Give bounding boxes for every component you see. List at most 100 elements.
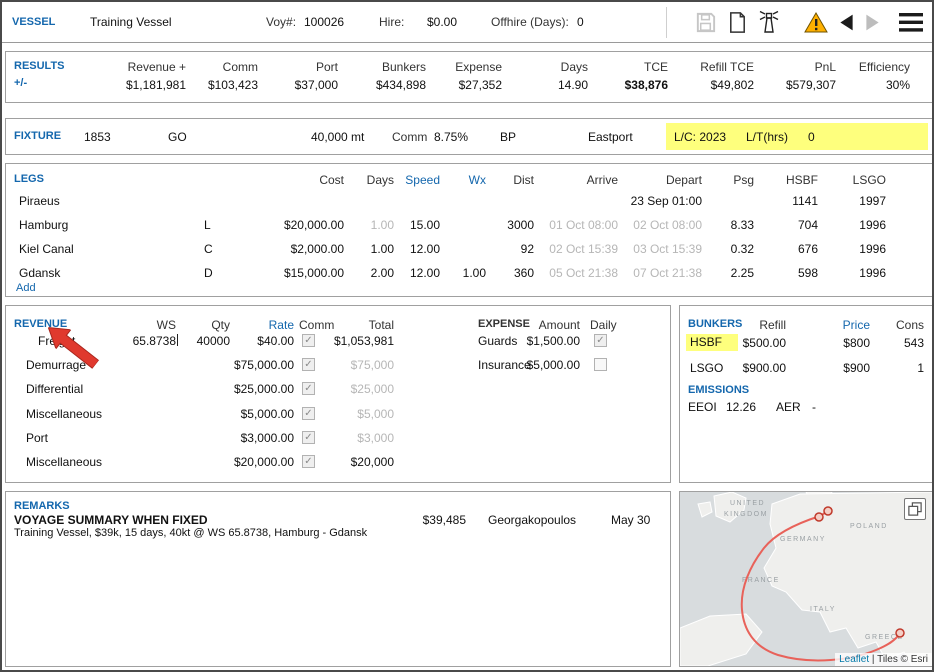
legs-header-speed[interactable]: Speed [400,173,440,187]
remarks-body[interactable]: Training Vessel, $39k, 15 days, 40kt @ W… [14,527,367,539]
map-expand-button[interactable] [904,498,926,520]
divider [666,7,667,38]
leg-port[interactable]: Gdansk [19,266,60,280]
leg-type[interactable]: C [204,242,213,256]
forward-icon[interactable] [862,12,883,36]
leg-days-input[interactable]: 2.00 [352,266,394,280]
leg-type[interactable]: L [204,218,211,232]
rate-input[interactable]: $20,000.00 [218,455,294,469]
leg-dist[interactable]: 92 [492,242,534,256]
results-panel: RESULTS +/- Revenue + $1,181,981 Comm $1… [5,51,933,103]
leg-wx-input[interactable]: 1.00 [446,266,486,280]
legs-header-wx[interactable]: Wx [446,173,486,187]
comm-checkbox[interactable]: ✓ [302,382,315,395]
cons-value: 543 [876,336,924,350]
leaflet-link[interactable]: Leaflet [839,654,869,665]
leg-port[interactable]: Kiel Canal [19,242,74,256]
results-plusminus[interactable]: +/- [14,77,27,89]
leg-dist[interactable]: 3000 [492,218,534,232]
price-input[interactable]: $900 [810,361,870,375]
offhire-value[interactable]: 0 [577,15,584,29]
port-marker[interactable] [896,629,904,637]
port-marker[interactable] [824,507,832,515]
copy-icon[interactable] [726,11,749,37]
fixture-quantity[interactable]: 40,000 mt [311,130,364,144]
leg-depart: 03 Oct 15:39 [624,242,702,256]
vessel-label: VESSEL [12,16,55,28]
comm-checkbox[interactable]: ✓ [302,407,315,420]
map-panel[interactable]: UNITED KINGDOM POLAND GERMANY FRANCE ITA… [679,491,933,667]
refill-input[interactable]: $900.00 [720,361,786,375]
comm-checkbox[interactable]: ✓ [302,358,315,371]
price-input[interactable]: $800 [810,336,870,350]
leg-days-input[interactable]: 1.00 [352,242,394,256]
legs-panel: LEGS Cost Days Speed Wx Dist Arrive Depa… [5,163,933,297]
leg-type[interactable]: D [204,266,213,280]
lighthouse-icon[interactable] [756,9,782,38]
fixture-port[interactable]: Eastport [588,130,633,144]
expense-header-daily: Daily [590,318,617,332]
map-label: KINGDOM [724,511,768,518]
voyage-number-label: Voy#: [266,15,296,29]
menu-icon[interactable] [898,12,924,36]
back-icon[interactable] [836,12,857,36]
revenue-header-ws: WS [118,318,176,332]
cons-value: 1 [876,361,924,375]
warning-icon[interactable] [804,11,828,38]
revenue-total: $25,000 [320,382,394,396]
revenue-header-rate[interactable]: Rate [218,318,294,332]
result-value: $27,352 [430,78,502,92]
leg-days-input[interactable]: 1.00 [352,218,394,232]
map-canvas[interactable]: UNITED KINGDOM POLAND GERMANY FRANCE ITA… [680,492,932,666]
map-label: ITALY [810,606,836,613]
daily-checkbox[interactable] [594,358,607,371]
rate-input[interactable]: $40.00 [218,334,294,348]
leg-dist[interactable]: 360 [492,266,534,280]
leg-port[interactable]: Piraeus [19,194,60,208]
rate-input[interactable]: $75,000.00 [218,358,294,372]
bunkers-panel: BUNKERS Refill Price Cons HSBF $500.00 $… [679,305,933,483]
leg-speed-input[interactable]: 15.00 [400,218,440,232]
rate-input[interactable]: $5,000.00 [218,407,294,421]
fixture-terms[interactable]: BP [500,130,516,144]
refill-input[interactable]: $500.00 [720,336,786,350]
laycan-highlight[interactable]: L/C: 2023 L/T(hrs) 0 [666,123,928,150]
leg-cost-input[interactable]: $15,000.00 [256,266,344,280]
leg-cost-input[interactable]: $2,000.00 [256,242,344,256]
leg-port[interactable]: Hamburg [19,218,68,232]
comm-checkbox[interactable]: ✓ [302,431,315,444]
leg-hsbf: 704 [762,218,818,232]
save-icon[interactable] [694,11,717,37]
leg-speed-input[interactable]: 12.00 [400,266,440,280]
remarks-label: REMARKS [14,500,70,512]
ws-input[interactable]: 65.8738 [118,334,176,348]
hire-value[interactable]: $0.00 [412,15,457,29]
revenue-expense-panel: REVENUE WS Qty Rate Comm Total Freight 6… [5,305,671,483]
tiles-credit: | Tiles © Esri [869,654,928,665]
laytime-value[interactable]: 0 [808,130,815,144]
legs-header-psg: Psg [708,173,754,187]
vessel-name[interactable]: Training Vessel [90,15,172,29]
map-label: POLAND [850,523,888,530]
rate-input[interactable]: $25,000.00 [218,382,294,396]
remarks-panel: REMARKS VOYAGE SUMMARY WHEN FIXED $39,48… [5,491,671,667]
voyage-number-value[interactable]: 100026 [304,15,344,29]
expense-amount-input[interactable]: $5,000.00 [506,358,580,372]
fuel-grade-lsgo[interactable]: LSGO [690,361,723,375]
leg-cost-input[interactable]: $20,000.00 [256,218,344,232]
legs-header-cost: Cost [256,173,344,187]
fixture-cargo[interactable]: GO [168,130,187,144]
comm-checkbox[interactable]: ✓ [302,334,315,347]
legs-header-days: Days [352,173,394,187]
add-leg-link[interactable]: Add [16,282,36,294]
leg-speed-input[interactable]: 12.00 [400,242,440,256]
fixture-comm-value[interactable]: 8.75% [434,130,468,144]
rate-input[interactable]: $3,000.00 [218,431,294,445]
bunkers-header-price[interactable]: Price [810,318,870,332]
daily-checkbox[interactable]: ✓ [594,334,607,347]
port-marker[interactable] [815,513,823,521]
expense-amount-input[interactable]: $1,500.00 [506,334,580,348]
fixture-number[interactable]: 1853 [84,130,111,144]
comm-checkbox[interactable]: ✓ [302,455,315,468]
laycan-value[interactable]: L/C: 2023 [674,130,726,144]
